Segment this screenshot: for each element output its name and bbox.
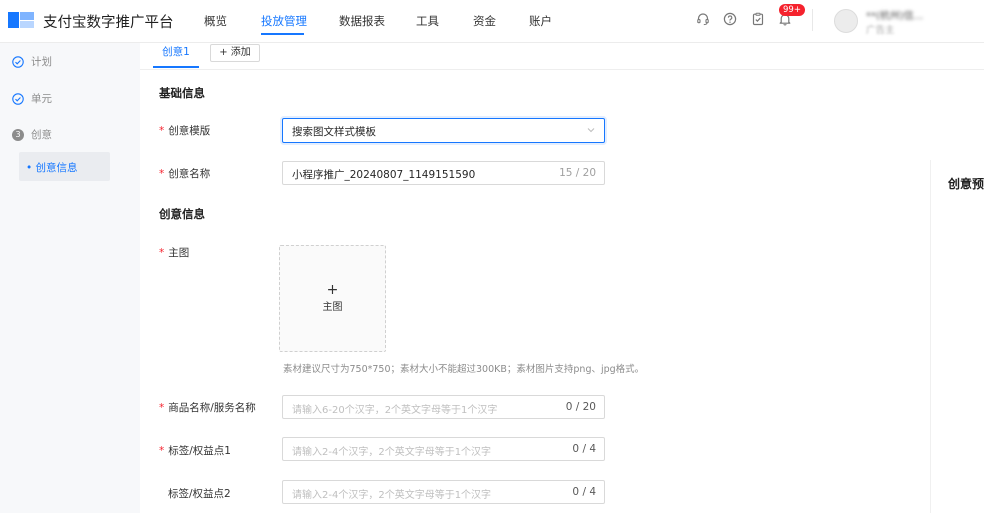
tag2-label: 标签/权益点2 — [168, 488, 231, 500]
sidebar-item-label: • 创意信息 — [26, 162, 78, 174]
nav-reports[interactable]: 数据报表 — [339, 13, 385, 29]
add-creative-button[interactable]: + 添加 — [210, 44, 260, 62]
char-counter: 15 / 20 — [559, 167, 596, 179]
nav-overview[interactable]: 概览 — [204, 13, 227, 29]
template-label: * 创意模版 — [159, 125, 211, 137]
main-image-upload[interactable]: + 主图 — [279, 245, 386, 352]
placeholder: 请输入2-4个汉字，2个英文字母等于1个汉字 — [292, 490, 492, 501]
char-counter: 0 / 20 — [565, 401, 596, 413]
placeholder: 请输入2-4个汉字，2个英文字母等于1个汉字 — [292, 447, 492, 458]
step-label: 创意 — [31, 129, 52, 141]
nav-tools[interactable]: 工具 — [416, 13, 439, 29]
name-label: * 创意名称 — [159, 168, 211, 180]
clipboard-check-icon[interactable] — [751, 12, 765, 26]
step-sidebar: 计划 单元 3 创意 • 创意信息 — [0, 43, 140, 513]
notification-badge: 99+ — [779, 4, 805, 16]
avatar[interactable] — [834, 9, 858, 33]
question-icon[interactable] — [723, 12, 737, 26]
main-image-label: * 主图 — [159, 247, 190, 259]
tab-active-indicator — [153, 66, 199, 68]
nav-campaign-management[interactable]: 投放管理 — [261, 13, 307, 29]
check-circle-icon — [12, 55, 24, 68]
char-counter: 0 / 4 — [572, 486, 596, 498]
creative-name-value: 小程序推广_20240807_1149151590 — [292, 169, 476, 181]
placeholder: 请输入6-20个汉字，2个英文字母等于1个汉字 — [292, 405, 498, 416]
platform-logo[interactable] — [8, 12, 34, 28]
template-selected-value: 搜索图文样式模板 — [292, 126, 376, 138]
preview-title: 创意预 — [948, 177, 984, 191]
step-number: 3 — [12, 128, 24, 141]
tab-creative-1[interactable]: 创意1 — [153, 42, 199, 68]
tag1-input[interactable]: 请输入2-4个汉字，2个英文字母等于1个汉字 0 / 4 — [282, 437, 605, 461]
divider — [812, 9, 813, 31]
template-select[interactable]: 搜索图文样式模板 — [282, 118, 605, 143]
upload-hint: 素材建议尺寸为750*750；素材大小不能超过300KB；素材图片支持png、j… — [283, 364, 645, 375]
char-counter: 0 / 4 — [572, 443, 596, 455]
top-navigation-bar: 支付宝数字推广平台 概览 投放管理 数据报表 工具 资金 账户 99+ **(杭… — [0, 0, 984, 43]
nav-account[interactable]: 账户 — [529, 13, 552, 29]
account-name[interactable]: **(杭州)信... — [866, 7, 980, 22]
upload-label: 主图 — [322, 302, 343, 313]
step-plan[interactable]: 计划 — [12, 54, 52, 69]
product-name-label: * 商品名称/服务名称 — [159, 402, 256, 414]
section-title-creative: 创意信息 — [159, 207, 205, 221]
creative-tabs: 创意1 + 添加 — [140, 42, 984, 70]
account-role: 广告主 — [866, 25, 895, 36]
nav-active-indicator — [261, 33, 304, 35]
headset-icon[interactable] — [696, 12, 710, 26]
platform-title[interactable]: 支付宝数字推广平台 — [43, 11, 174, 32]
step-label: 计划 — [31, 56, 52, 68]
product-name-input[interactable]: 请输入6-20个汉字，2个英文字母等于1个汉字 0 / 20 — [282, 395, 605, 419]
chevron-down-icon — [587, 128, 595, 133]
nav-funds[interactable]: 资金 — [473, 13, 496, 29]
step-label: 单元 — [31, 93, 52, 105]
tag2-input[interactable]: 请输入2-4个汉字，2个英文字母等于1个汉字 0 / 4 — [282, 480, 605, 504]
preview-panel — [930, 160, 984, 513]
tag1-label: * 标签/权益点1 — [159, 445, 231, 457]
plus-icon: + — [326, 282, 339, 298]
sidebar-item-creative-info[interactable]: • 创意信息 — [19, 152, 110, 181]
check-circle-icon — [12, 92, 24, 105]
step-unit[interactable]: 单元 — [12, 91, 52, 106]
section-title-basic: 基础信息 — [159, 86, 205, 100]
step-creative[interactable]: 3 创意 — [12, 127, 52, 142]
creative-name-input[interactable]: 小程序推广_20240807_1149151590 15 / 20 — [282, 161, 605, 185]
